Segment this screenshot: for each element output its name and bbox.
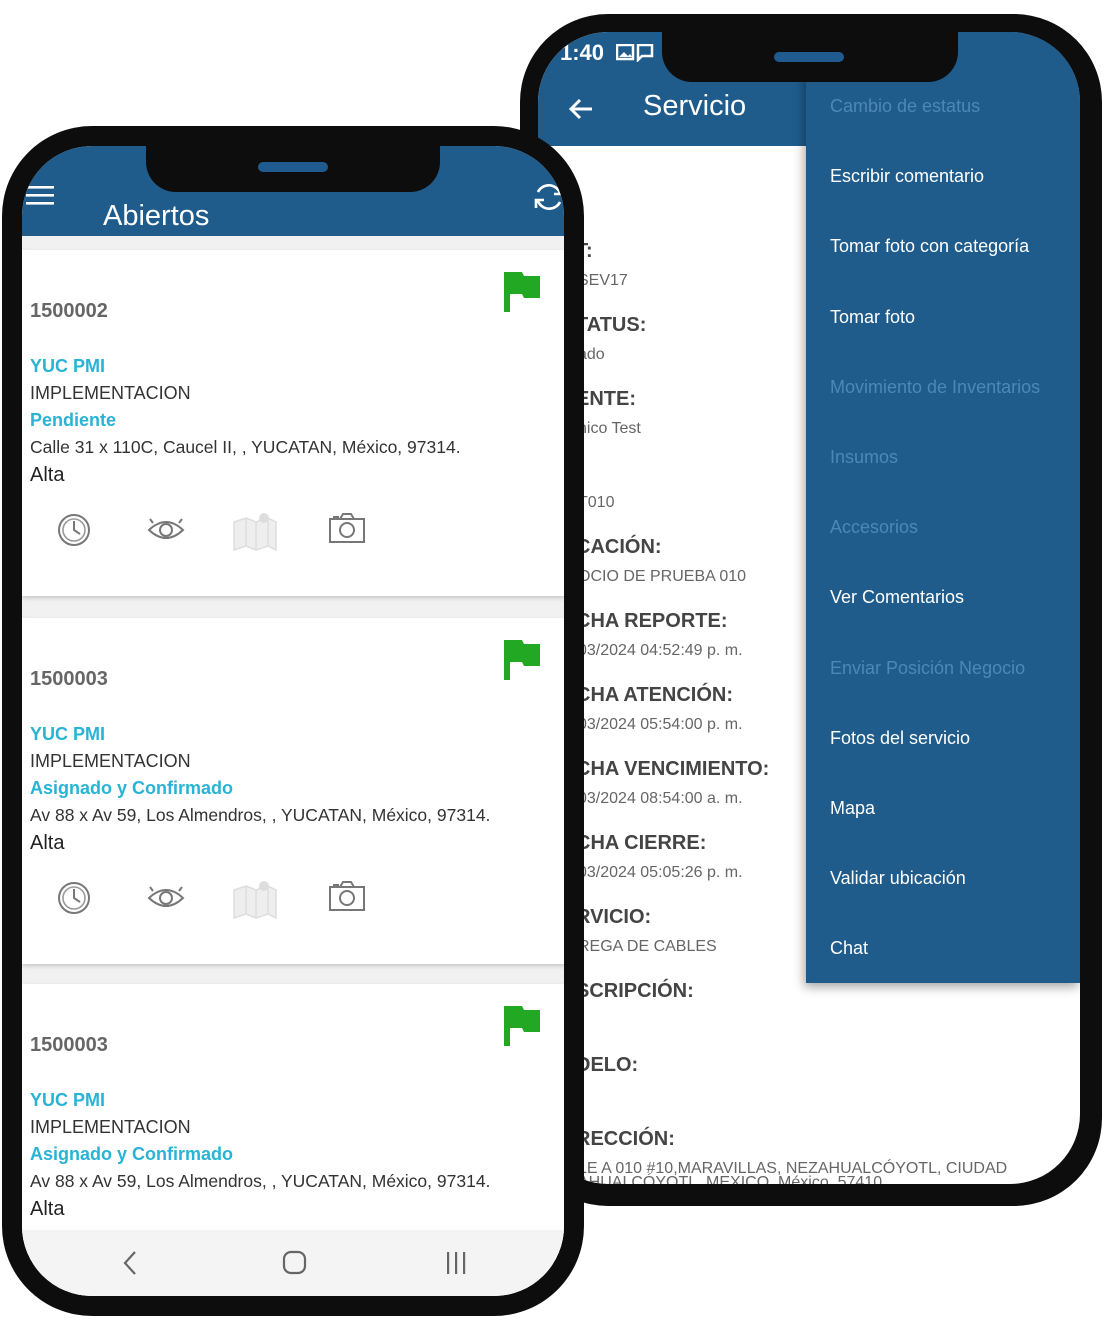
priority-flag-icon: [504, 1006, 540, 1046]
detail-value: 03/2024 08:54:00 a. m.: [578, 790, 743, 807]
client-name: YUC PMI: [30, 724, 106, 744]
service-priority: Alta: [30, 832, 65, 854]
detail-label: ENTE:: [576, 388, 636, 410]
recents-nav-icon[interactable]: [444, 1250, 470, 1276]
home-nav-icon[interactable]: [282, 1250, 308, 1276]
detail-label: CHA ATENCIÓN:: [576, 684, 734, 706]
back-phone-frame: 1:40 30 Servicio T:SEV17TATUS:adoENTE:ni…: [520, 14, 1102, 1206]
service-address: Av 88 x Av 59, Los Almendros, , YUCATAN,…: [30, 1171, 491, 1191]
service-priority: Alta: [30, 1198, 65, 1220]
detail-value: nico Test: [578, 420, 641, 437]
menu-item[interactable]: Accesorios: [830, 517, 918, 538]
detail-label: RECCIÓN:: [576, 1128, 675, 1150]
detail-value: REGA DE CABLES: [578, 938, 717, 955]
service-number: 1500003: [30, 668, 108, 690]
service-page-title: Servicio: [643, 90, 747, 122]
detail-value: 03/2024 05:05:26 p. m.: [578, 864, 743, 881]
menu-item[interactable]: Tomar foto: [830, 307, 915, 328]
client-name: YUC PMI: [30, 1090, 106, 1110]
service-card[interactable]: 1500002 YUC PMI IMPLEMENTACION Pendiente Cal…: [22, 250, 564, 596]
service-number: 1500003: [30, 1034, 108, 1056]
open-services-screen: Abiertos 1500002 YUC PMI IMPLEMENTACION Pen…: [22, 146, 564, 1296]
detail-value: AHUALCÓYOTL, MEXICO, México, 57410.: [578, 1174, 887, 1184]
notch-speaker: [774, 52, 844, 62]
android-nav-bar: [22, 1230, 564, 1296]
menu-item[interactable]: Tomar foto con categoría: [830, 236, 1029, 257]
notch-speaker-front: [258, 162, 328, 172]
detail-label: TATUS:: [576, 314, 647, 336]
detail-label: CHA REPORTE:: [576, 610, 728, 632]
menu-item[interactable]: Enviar Posición Negocio: [830, 658, 1025, 679]
menu-item[interactable]: Validar ubicación: [830, 868, 966, 889]
service-priority: Alta: [30, 464, 65, 486]
menu-item[interactable]: Mapa: [830, 798, 875, 819]
detail-value: SEV17: [578, 272, 628, 289]
detail-label: DELO:: [576, 1054, 639, 1076]
priority-flag-icon: [504, 640, 540, 680]
detail-value: OCIO DE PRUEBA 010: [578, 568, 747, 585]
detail-label: CHA CIERRE:: [576, 832, 707, 854]
menu-item[interactable]: Escribir comentario: [830, 166, 984, 187]
menu-item[interactable]: Insumos: [830, 447, 898, 468]
detail-label: CHA VENCIMIENTO:: [576, 758, 770, 780]
service-status: Asignado y Confirmado: [30, 1144, 234, 1164]
service-type: IMPLEMENTACION: [30, 751, 191, 771]
camera-notch: [662, 14, 958, 82]
detail-value: 03/2024 04:52:49 p. m.: [578, 642, 743, 659]
client-name: YUC PMI: [30, 356, 106, 376]
service-number: 1500002: [30, 300, 108, 322]
back-nav-icon[interactable]: [122, 1250, 138, 1276]
detail-label: RVICIO:: [576, 906, 652, 928]
open-page-title: Abiertos: [103, 200, 210, 232]
refresh-icon[interactable]: [532, 180, 564, 214]
service-type: IMPLEMENTACION: [30, 1117, 191, 1137]
menu-item[interactable]: Fotos del servicio: [830, 728, 970, 749]
detail-label: CACIÓN:: [576, 536, 662, 558]
menu-item[interactable]: Ver Comentarios: [830, 587, 964, 608]
service-status: Asignado y Confirmado: [30, 778, 234, 798]
overflow-menu: Cambio de estatus Escribir comentario Toma…: [806, 32, 1080, 983]
back-arrow-icon[interactable]: [566, 94, 596, 124]
service-card[interactable]: 1500003 YUC PMI IMPLEMENTACION Asignado y C…: [22, 618, 564, 964]
detail-label: SCRIPCIÓN:: [576, 980, 694, 1002]
menu-item[interactable]: Movimiento de Inventarios: [830, 377, 1040, 398]
menu-item[interactable]: Cambio de estatus: [830, 96, 980, 117]
service-address: Calle 31 x 110C, Caucel II, , YUCATAN, M…: [30, 437, 461, 457]
service-detail-screen: 1:40 30 Servicio T:SEV17TATUS:adoENTE:ni…: [538, 32, 1080, 1184]
service-status: Pendiente: [30, 410, 117, 430]
priority-flag-icon: [504, 272, 540, 312]
menu-item[interactable]: Chat: [830, 938, 868, 959]
detail-value: 03/2024 05:54:00 p. m.: [578, 716, 743, 733]
service-type: IMPLEMENTACION: [30, 383, 191, 403]
status-time: 1:40: [560, 40, 605, 65]
camera-notch-front: [146, 126, 440, 192]
gallery-notification-icon: [615, 43, 656, 67]
hamburger-menu-icon[interactable]: [26, 184, 56, 208]
service-address: Av 88 x Av 59, Los Almendros, , YUCATAN,…: [30, 805, 491, 825]
front-phone-frame: Abiertos 1500002 YUC PMI IMPLEMENTACION Pen…: [2, 126, 584, 1316]
